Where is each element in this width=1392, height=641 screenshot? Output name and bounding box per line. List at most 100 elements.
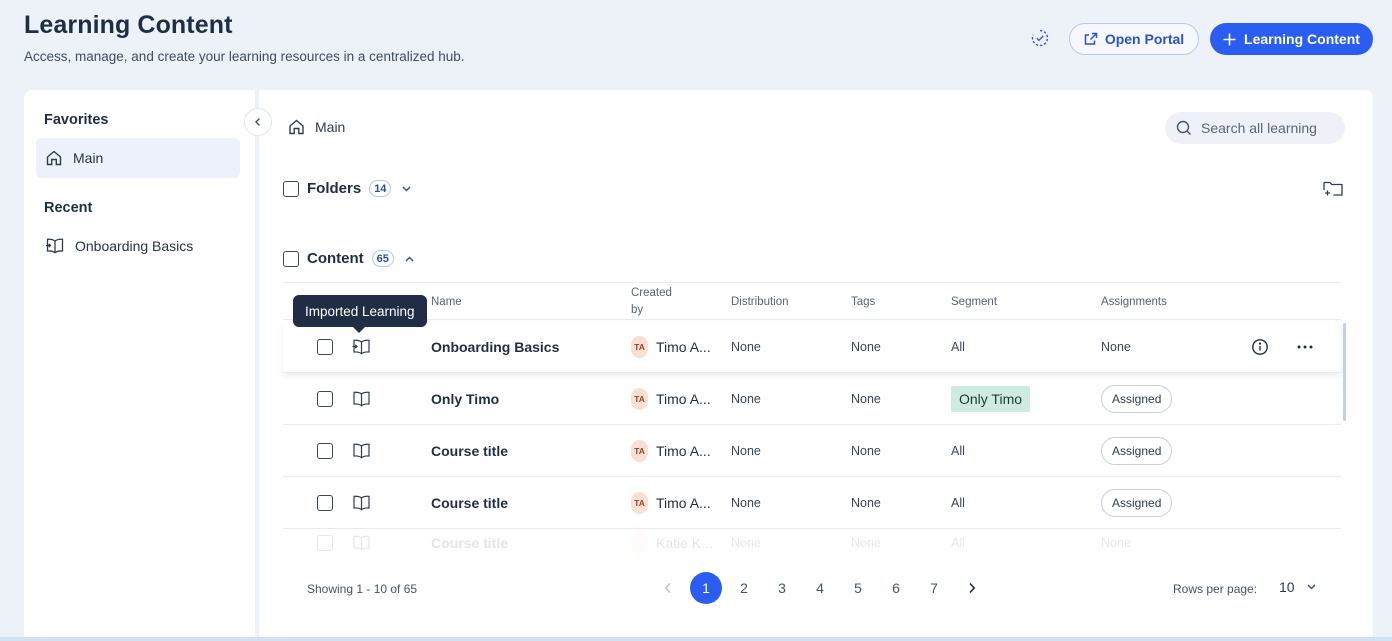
row-checkbox[interactable] (317, 535, 333, 551)
content-select-all-checkbox[interactable] (283, 250, 299, 267)
sidebar-item-label: Onboarding Basics (75, 238, 194, 254)
page-title: Learning Content (24, 11, 233, 39)
folders-select-all-checkbox[interactable] (283, 180, 299, 197)
row-name[interactable]: Onboarding Basics (431, 321, 559, 373)
breadcrumb[interactable]: Main (287, 118, 345, 136)
segment-chip: Only Timo (951, 386, 1031, 412)
chevron-down-icon (1307, 584, 1316, 590)
rows-per-page-select[interactable]: 10 (1279, 579, 1316, 595)
row-segment: All (951, 340, 965, 354)
search-icon (1176, 120, 1191, 135)
table-row[interactable]: Course title TA Timo A... None None All … (283, 477, 1341, 529)
page-5-button[interactable]: 5 (842, 572, 874, 604)
page-7-button[interactable]: 7 (918, 572, 950, 604)
search-input[interactable] (1201, 120, 1341, 136)
row-name[interactable]: Course title (431, 477, 508, 529)
content-count-badge: 65 (371, 250, 394, 267)
avatar: TA (631, 440, 648, 462)
folders-count-badge: 14 (369, 180, 392, 197)
favorites-heading: Favorites (44, 112, 109, 128)
sidebar-item-main[interactable]: Main (36, 138, 240, 178)
row-tags: None (851, 392, 881, 406)
assigned-badge[interactable]: Assigned (1101, 385, 1173, 413)
main-panel: Main Folders 14 Content 65 (259, 90, 1373, 637)
recent-heading: Recent (44, 200, 93, 216)
assigned-badge[interactable]: Assigned (1101, 489, 1173, 517)
sidebar-item-onboarding-basics[interactable]: Onboarding Basics (36, 226, 240, 266)
table-row[interactable]: Onboarding Basics TA Timo A... None None… (283, 321, 1341, 373)
row-name[interactable]: Course title (431, 529, 508, 557)
search-box[interactable] (1165, 112, 1345, 144)
chevron-left-icon (664, 582, 671, 594)
book-import-icon (46, 238, 64, 254)
table-row[interactable]: Course title TA Timo A... None None All … (283, 425, 1341, 477)
book-icon (351, 529, 372, 557)
column-created-by-line1[interactable]: Created (631, 287, 672, 299)
sync-status-icon[interactable] (1030, 28, 1050, 48)
chevron-left-icon (255, 118, 260, 126)
content-section-header: Content 65 (283, 250, 414, 267)
column-tags[interactable]: Tags (851, 296, 875, 308)
page-2-button[interactable]: 2 (728, 572, 760, 604)
next-page-button[interactable] (956, 572, 988, 604)
row-distribution: None (731, 392, 761, 406)
avatar (631, 532, 648, 554)
page-3-button[interactable]: 3 (766, 572, 798, 604)
column-created-by-line2[interactable]: by (631, 304, 643, 316)
page-4-button[interactable]: 4 (804, 572, 836, 604)
row-checkbox[interactable] (317, 443, 333, 459)
row-name[interactable]: Only Timo (431, 373, 499, 425)
pagination: 1 2 3 4 5 6 7 (652, 572, 994, 604)
info-icon[interactable] (1251, 321, 1269, 373)
row-segment: All (951, 496, 965, 510)
folder-plus-icon (1323, 181, 1343, 196)
book-icon (351, 425, 372, 477)
open-portal-label: Open Portal (1104, 31, 1185, 47)
column-name[interactable]: Name (431, 296, 462, 308)
table-row[interactable]: Course title Katie K... None None All No… (283, 529, 1341, 557)
collapse-sidebar-button[interactable] (244, 108, 272, 136)
row-assignments: None (1101, 536, 1131, 550)
page-1-button[interactable]: 1 (690, 572, 722, 604)
open-portal-button[interactable]: Open Portal (1069, 23, 1199, 55)
column-segment[interactable]: Segment (951, 296, 997, 308)
row-checkbox[interactable] (317, 495, 333, 511)
content-collapse-toggle[interactable] (405, 256, 414, 262)
home-icon (46, 150, 62, 166)
folders-expand-toggle[interactable] (402, 186, 411, 192)
row-distribution: None (731, 340, 761, 354)
book-icon (351, 477, 372, 529)
row-tags: None (851, 444, 881, 458)
folders-label: Folders (307, 180, 362, 197)
row-name[interactable]: Course title (431, 425, 508, 477)
sidebar: Favorites Main Recent Onboarding Basics (24, 90, 255, 637)
add-learning-content-button[interactable]: Learning Content (1210, 23, 1373, 55)
table-header: Name Created by Distribution Tags Segmen… (283, 282, 1341, 320)
prev-page-button[interactable] (652, 572, 684, 604)
page-6-button[interactable]: 6 (880, 572, 912, 604)
row-segment: All (951, 536, 965, 550)
book-icon (351, 373, 372, 425)
row-checkbox[interactable] (317, 391, 333, 407)
more-options-icon[interactable] (1297, 321, 1313, 373)
row-creator: Timo A... (656, 443, 711, 459)
table-scrollbar[interactable] (1343, 323, 1346, 421)
row-tags: None (851, 536, 881, 550)
column-assignments[interactable]: Assignments (1101, 296, 1167, 308)
row-tags: None (851, 496, 881, 510)
row-assignments: None (1101, 340, 1131, 354)
row-distribution: None (731, 496, 761, 510)
assigned-badge[interactable]: Assigned (1101, 437, 1173, 465)
rows-per-page-value: 10 (1279, 579, 1295, 595)
rows-per-page-label: Rows per page: (1173, 582, 1258, 596)
row-checkbox[interactable] (317, 339, 333, 355)
row-tags: None (851, 340, 881, 354)
avatar: TA (631, 336, 648, 358)
column-distribution[interactable]: Distribution (731, 296, 789, 308)
new-folder-button[interactable] (1323, 180, 1343, 202)
row-creator: Timo A... (656, 495, 711, 511)
avatar: TA (631, 492, 648, 514)
row-distribution: None (731, 536, 761, 550)
table-row[interactable]: Only Timo TA Timo A... None None Only Ti… (283, 373, 1341, 425)
content-label: Content (307, 250, 364, 267)
